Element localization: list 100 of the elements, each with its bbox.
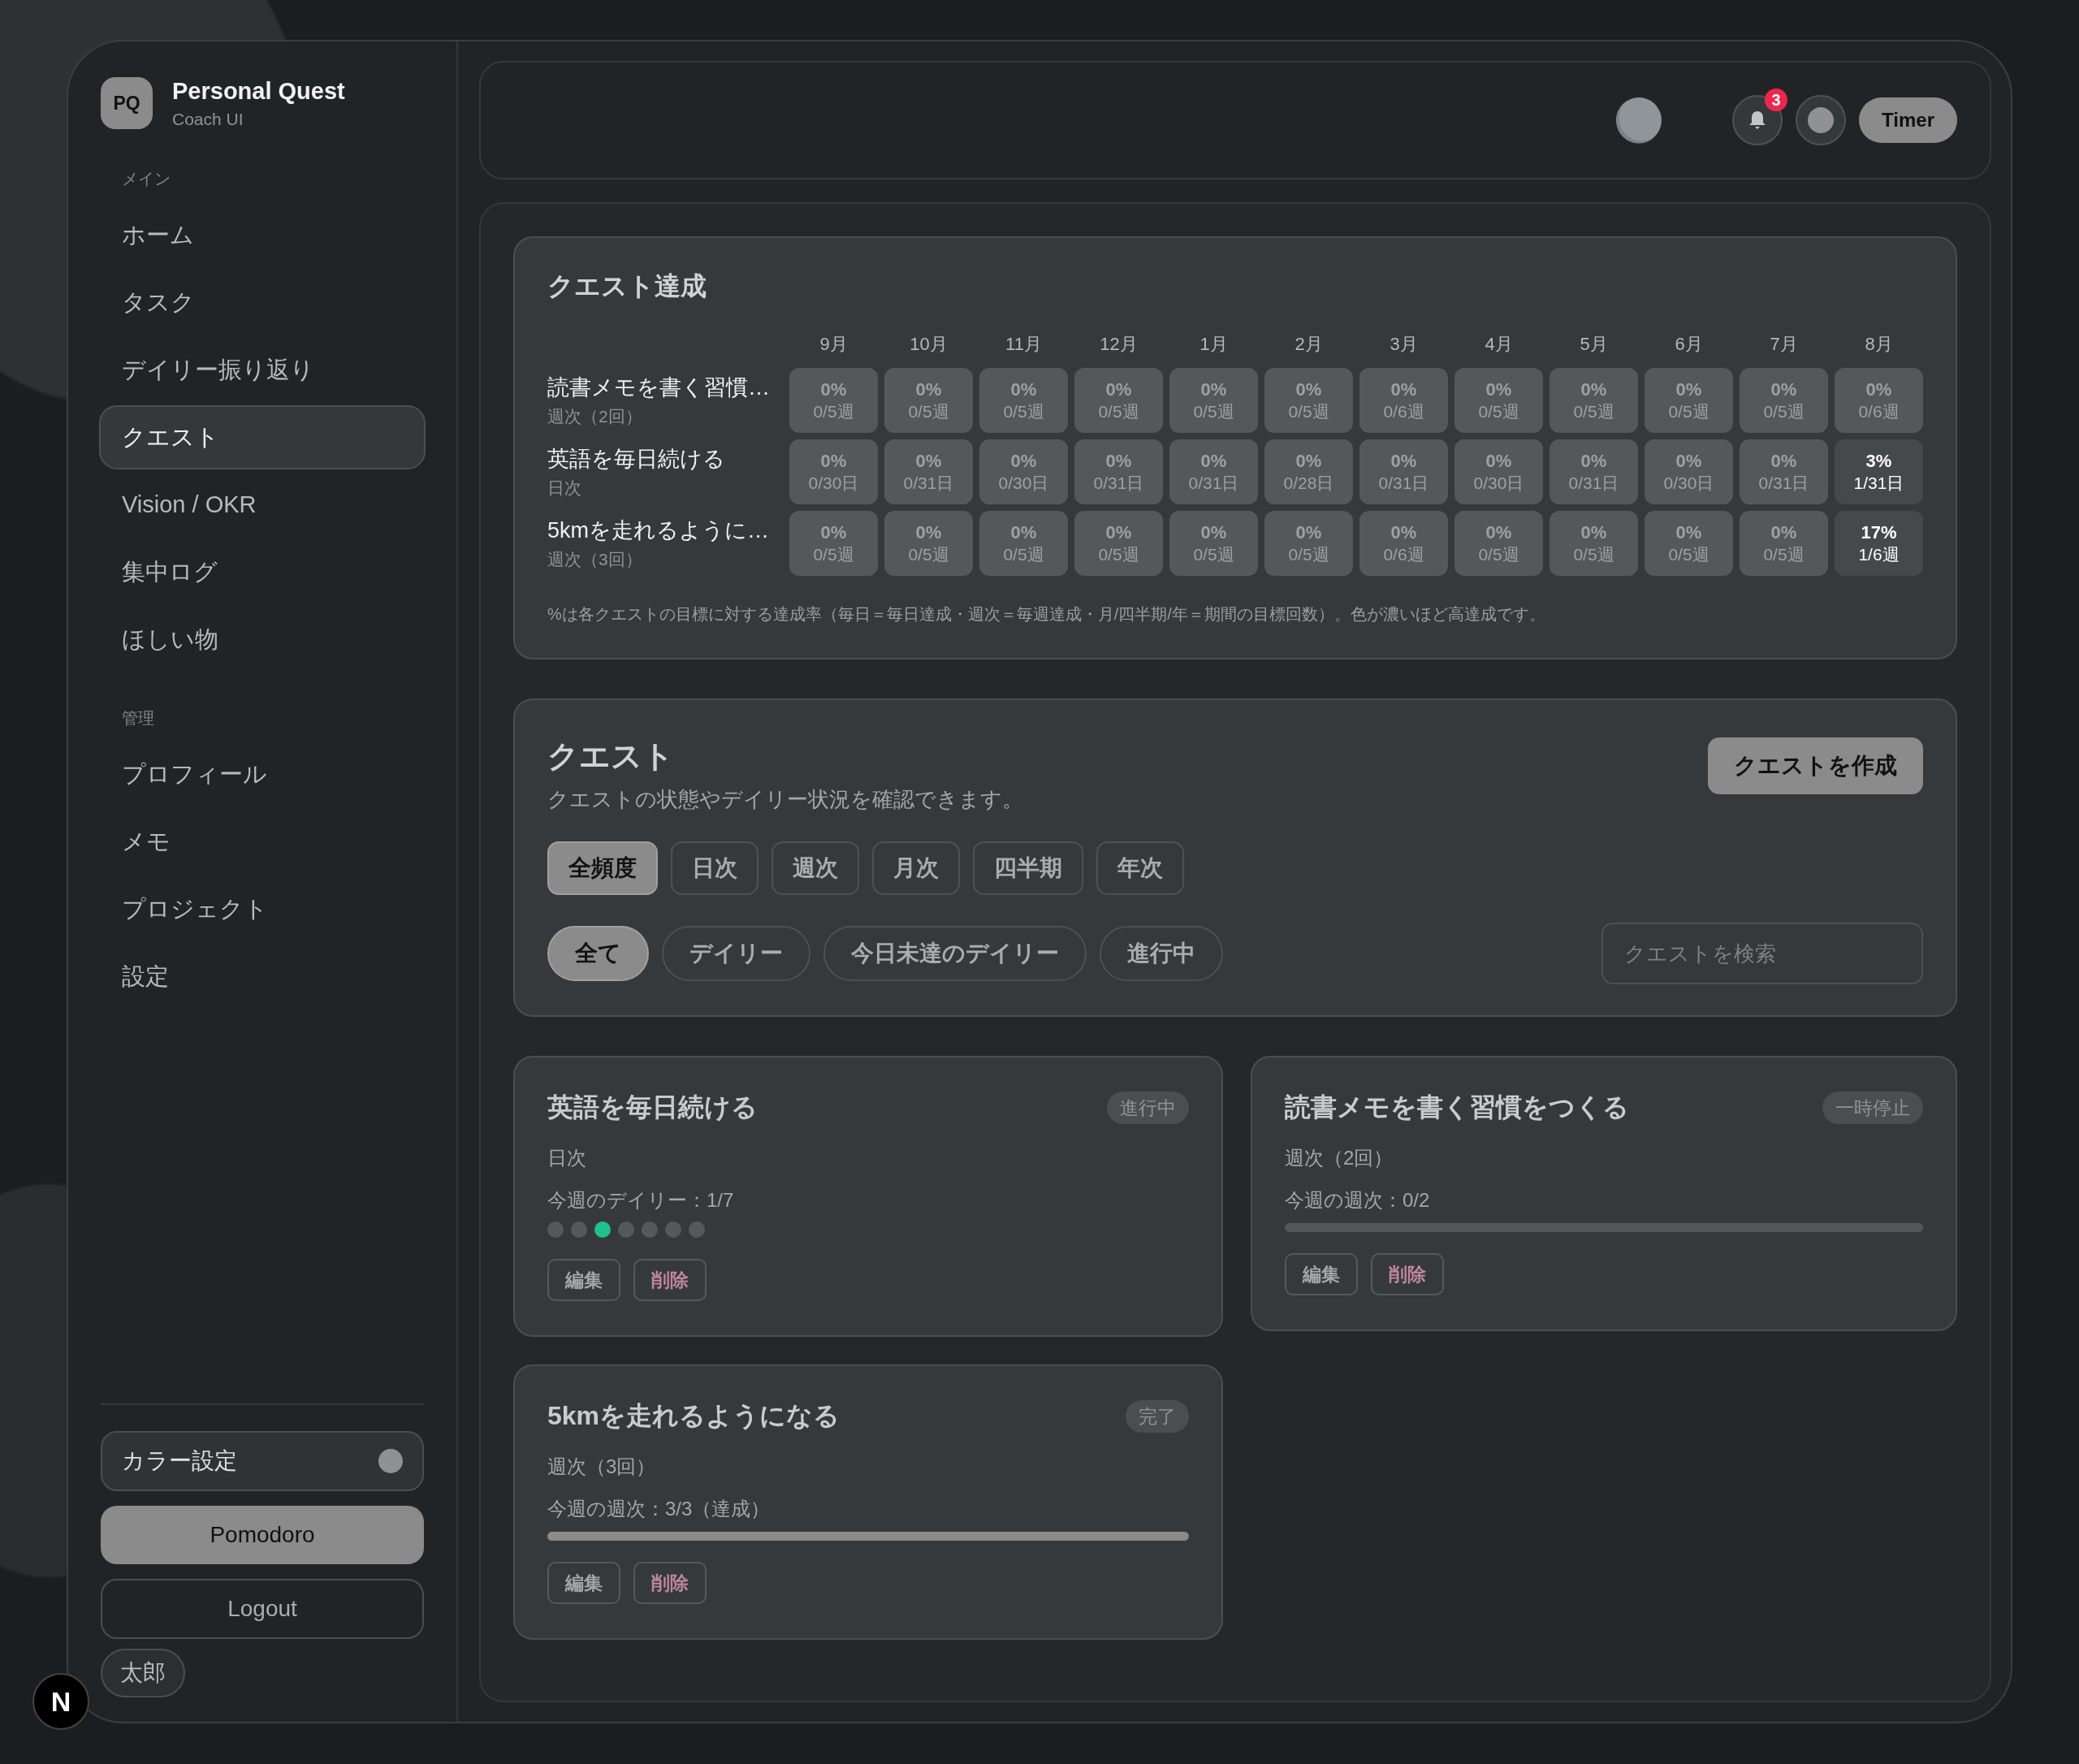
status-filter-tab[interactable]: 進行中 [1100, 926, 1223, 981]
quest-name: 読書メモを書く習慣… [547, 374, 771, 401]
edit-button[interactable]: 編集 [1285, 1253, 1358, 1295]
heatmap-cell: 0% 0/5週 [789, 368, 878, 433]
section-title: クエスト [547, 738, 675, 775]
heatmap-cell: 0% 0/5週 [1454, 511, 1543, 576]
frequency-filter-tab[interactable]: 四半期 [973, 841, 1083, 895]
sidebar-item[interactable]: デイリー振り返り [99, 338, 426, 402]
heatmap-cell: 0% 0/5週 [1074, 511, 1163, 576]
heatmap-cell: 0% 0/5週 [1074, 368, 1163, 433]
quest-title: 5kmを走れるようになる [547, 1400, 841, 1432]
search-field[interactable]: クエストを検索 [1601, 923, 1923, 984]
sidebar-item[interactable]: プロフィール [99, 742, 426, 806]
progress-text: 今週のデイリー：1/7 [547, 1188, 735, 1213]
frequency-filter-tab[interactable]: 日次 [671, 841, 759, 895]
quest-frequency: 週次（3回） [547, 1455, 657, 1479]
sidebar-item[interactable]: クエスト [99, 405, 426, 469]
color-settings-button[interactable]: カラー設定 [101, 1431, 424, 1491]
heatmap-cell: 0% 0/5週 [1454, 368, 1543, 433]
color-settings-label: カラー設定 [122, 1447, 237, 1475]
sidebar-item[interactable]: メモ [99, 810, 426, 874]
heatmap-cell: 0% 0/31日 [1074, 439, 1163, 504]
month-label: 6月 [1674, 333, 1704, 356]
sidebar-item[interactable]: タスク [99, 270, 426, 335]
bell-icon [1748, 110, 1767, 131]
status-filter-tab[interactable]: 今日未達のデイリー [823, 926, 1087, 981]
heatmap-cell: 0% 0/6週 [1359, 511, 1448, 576]
heatmap-cell: 0% 0/5週 [1740, 511, 1828, 576]
create-quest-button[interactable]: クエストを作成 [1708, 737, 1923, 794]
dev-tools-badge[interactable]: N [32, 1673, 89, 1730]
quest-frequency: 週次（2回） [1285, 1146, 1394, 1170]
month-label: 10月 [909, 333, 949, 356]
month-label: 9月 [819, 333, 849, 356]
frequency-filter-tab[interactable]: 週次 [772, 841, 859, 895]
sidebar-item[interactable]: 設定 [99, 945, 426, 1009]
heatmap-cell: 0% 0/5週 [979, 511, 1068, 576]
frequency-filter-tab[interactable]: 月次 [872, 841, 960, 895]
quest-title: 読書メモを書く習慣をつくる [1285, 1092, 1629, 1123]
heatmap-cell: 0% 0/5週 [884, 368, 973, 433]
heatmap-cell: 0% 0/30日 [1645, 439, 1733, 504]
toggle-knob-icon [378, 1449, 403, 1473]
status-filter-tab[interactable]: デイリー [662, 926, 810, 981]
month-label: 2月 [1294, 333, 1324, 356]
notification-count: 3 [1765, 89, 1788, 111]
timer-button[interactable]: Timer [1859, 97, 1957, 143]
month-label: 1月 [1199, 333, 1229, 356]
pomodoro-button[interactable]: Pomodoro [101, 1506, 424, 1564]
heatmap-cell: 0% 0/5週 [1550, 368, 1638, 433]
section-heading: メイン [121, 169, 171, 189]
heatmap-cell: 0% 0/30日 [789, 439, 878, 504]
heatmap-cell: 0% 0/5週 [1645, 368, 1733, 433]
month-label: 12月 [1099, 333, 1139, 356]
quest-frequency: 日次 [547, 1146, 587, 1170]
quest-name: 英語を毎日続ける [547, 446, 726, 473]
status-badge: 進行中 [1107, 1092, 1189, 1124]
edit-button[interactable]: 編集 [547, 1562, 620, 1604]
section-heading: 管理 [121, 708, 155, 729]
delete-button[interactable]: 削除 [633, 1562, 707, 1604]
quest-title: 英語を毎日続ける [547, 1092, 758, 1123]
sidebar-item[interactable]: Vision / OKR [99, 473, 426, 537]
sidebar-item[interactable]: 集中ログ [99, 540, 426, 604]
heatmap-cell: 0% 0/31日 [1740, 439, 1828, 504]
heatmap-cell: 0% 0/5週 [1169, 368, 1258, 433]
month-label: 11月 [1005, 333, 1043, 356]
app-subtitle: Coach UI [172, 109, 244, 129]
quest-frequency: 週次（2回） [547, 406, 643, 427]
month-label: 8月 [1864, 333, 1894, 356]
section-subtitle: クエストの状態やデイリー状況を確認できます。 [547, 786, 1023, 813]
heatmap-cell: 0% 0/5週 [1645, 511, 1733, 576]
edit-button[interactable]: 編集 [547, 1259, 620, 1301]
month-label: 5月 [1579, 333, 1609, 356]
frequency-filter-tab[interactable]: 全頻度 [547, 841, 658, 895]
heatmap-cell: 0% 0/5週 [1169, 511, 1258, 576]
heatmap-cell: 0% 0/6週 [1359, 368, 1448, 433]
sidebar-item[interactable]: ほしい物 [99, 607, 426, 672]
heatmap-cell: 0% 0/31日 [884, 439, 973, 504]
delete-button[interactable]: 削除 [633, 1259, 707, 1301]
section-title: クエスト達成 [547, 270, 707, 302]
heatmap-cell: 0% 0/5週 [979, 368, 1068, 433]
status-badge: 完了 [1126, 1400, 1189, 1433]
heatmap-cell: 0% 0/28日 [1264, 439, 1353, 504]
moon-icon[interactable] [1615, 97, 1663, 144]
app-name: Personal Quest [172, 77, 345, 105]
heatmap-cell: 0% 0/5週 [1264, 511, 1353, 576]
frequency-filter-tab[interactable]: 年次 [1096, 841, 1184, 895]
sidebar-item[interactable]: ホーム [99, 203, 426, 267]
logout-button[interactable]: Logout [101, 1579, 424, 1639]
heatmap-note: %は各クエストの目標に対する達成率（毎日＝毎日達成・週次＝毎週達成・月/四半期/年＝期間の目標回数）。色が濃いほど高達成です。 [547, 604, 1546, 625]
heatmap-cell: 0% 0/5週 [1550, 511, 1638, 576]
status-filter-tab[interactable]: 全て [547, 926, 649, 981]
quest-name: 5kmを走れるように… [547, 517, 770, 544]
delete-button[interactable]: 削除 [1371, 1253, 1444, 1295]
heatmap-cell: 0% 0/5週 [789, 511, 878, 576]
quest-frequency: 週次（3回） [547, 549, 643, 570]
sidebar-item[interactable]: プロジェクト [99, 877, 426, 941]
heatmap-cell: 0% 0/30日 [1454, 439, 1543, 504]
progress-text: 今週の週次：3/3（達成） [547, 1497, 772, 1521]
user-chip[interactable]: 太郎 [101, 1649, 185, 1697]
month-label: 7月 [1769, 333, 1799, 356]
heatmap-cell: 0% 0/5週 [884, 511, 973, 576]
